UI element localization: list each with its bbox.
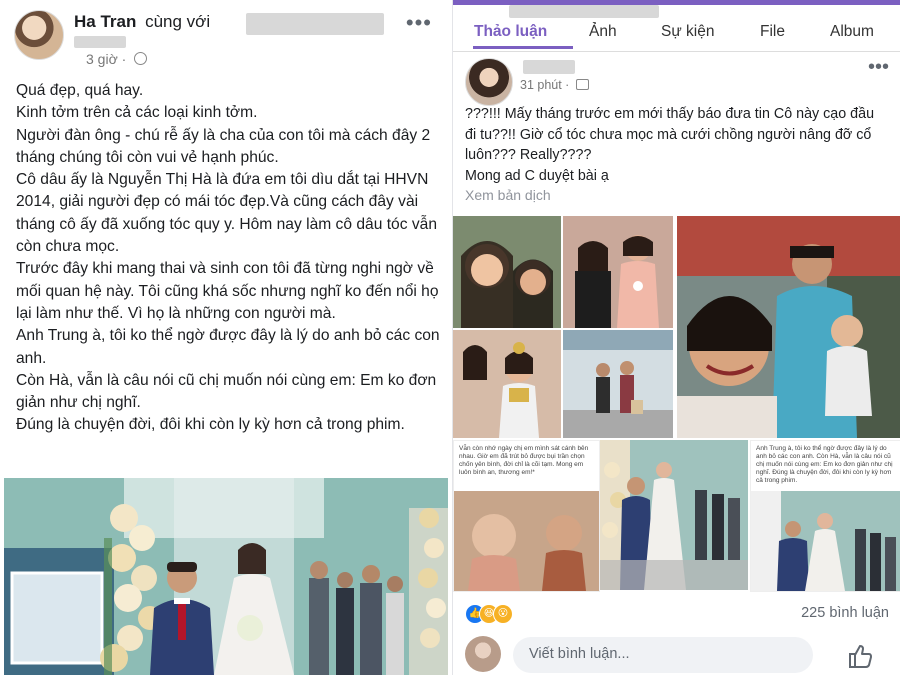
author-line: Ha Tran cùng với: [74, 12, 210, 32]
author-avatar[interactable]: [14, 10, 64, 60]
redacted-author-name: [523, 60, 575, 74]
large-selfie-illustration: [677, 216, 900, 438]
screenshot-caption: Vẫn còn nhớ ngày chị em mình sát cánh bê…: [459, 445, 589, 476]
post-paragraph: Còn Hà, vẫn là câu nói cũ chị muốn nói c…: [16, 371, 437, 412]
airport-illustration: [563, 330, 673, 438]
group-members-icon: [575, 79, 589, 90]
post-header: Ha Tran cùng với 3 giờ · •••: [14, 6, 440, 67]
collage-photo-contest[interactable]: [563, 216, 673, 328]
wedding-photo-illustration: [4, 478, 448, 675]
active-tab-indicator: [473, 46, 573, 49]
collage-screenshot-post[interactable]: Vẫn còn nhớ ngày chị em mình sát cánh bê…: [453, 440, 600, 592]
collage-photo-selfie[interactable]: [453, 216, 561, 328]
post-paragraph: ???!!! Mấy tháng trước em mới thấy báo đ…: [465, 106, 875, 163]
comment-placeholder: Viết bình luận...: [529, 646, 630, 662]
redacted-name-2: [74, 36, 126, 48]
wedding-illustration-1: [600, 440, 748, 590]
collage-photo-large-selfie[interactable]: [677, 216, 900, 438]
post-paragraph: Mong ad C duyệt bài ạ: [465, 167, 609, 184]
tab-photos[interactable]: Ảnh: [589, 23, 617, 41]
more-options-icon[interactable]: •••: [406, 10, 432, 36]
tab-files[interactable]: File: [760, 23, 785, 41]
like-thumb-icon[interactable]: [847, 643, 873, 669]
collage-screenshot-wedding[interactable]: Anh Trung à, tôi ko thể ngờ được đây là …: [750, 440, 900, 592]
redacted-name: [246, 13, 384, 35]
post-time[interactable]: 3 giờ ·: [86, 51, 148, 67]
user-avatar[interactable]: [465, 636, 501, 672]
right-group-post-panel: Thảo luận Ảnh Sự kiện File Album 31 phút…: [452, 0, 900, 675]
redacted-reactors: [509, 5, 659, 18]
selfie-illustration: [453, 216, 561, 328]
more-options-icon[interactable]: •••: [868, 56, 889, 79]
tab-album[interactable]: Album: [830, 23, 874, 41]
see-translation-link[interactable]: Xem bản dịch: [465, 187, 551, 203]
globe-icon: [134, 52, 148, 65]
author-name[interactable]: Ha Tran: [74, 12, 136, 31]
with-text: cùng với: [145, 12, 211, 31]
wedding-photo[interactable]: [4, 478, 448, 675]
tab-discussion[interactable]: Thảo luận: [474, 23, 547, 41]
tab-events[interactable]: Sự kiện: [661, 23, 714, 41]
comment-input[interactable]: Viết bình luận...: [513, 637, 813, 673]
comment-count[interactable]: 225 bình luận: [801, 605, 889, 621]
left-post-panel: Ha Tran cùng với 3 giờ · ••• Quá đẹp, qu…: [0, 0, 450, 675]
collage-photo-gown[interactable]: [453, 330, 561, 438]
contest-illustration: [563, 216, 673, 328]
post-paragraph: Cô dâu ấy là Nguyễn Thị Hà là đứa em tôi…: [16, 171, 437, 256]
wedding-illustration-2: [751, 491, 900, 591]
post-text: Quá đẹp, quá hay. Kinh tởm trên cả các l…: [16, 80, 441, 437]
author-avatar[interactable]: [465, 58, 513, 106]
collage-photo-airport[interactable]: [563, 330, 673, 438]
post-paragraph: Trước đây khi mang thai và sinh con tôi …: [16, 260, 439, 322]
post-paragraph: Đúng là chuyện đời, đôi khi còn ly kỳ hơ…: [16, 416, 405, 434]
post-paragraph: Người đàn ông - chú rễ ấy là cha của con…: [16, 126, 431, 166]
post-text: ???!!! Mấy tháng trước em mới thấy báo đ…: [465, 104, 889, 186]
collage-photo-wedding-1[interactable]: [600, 440, 748, 590]
screenshot-caption: Anh Trung à, tôi ko thể ngờ được đây là …: [756, 445, 893, 484]
post-paragraph: Quá đẹp, quá hay.: [16, 82, 144, 99]
post-paragraph: Anh Trung à, tôi ko thể ngờ được đây là …: [16, 327, 440, 367]
wow-reaction-icon: 😮: [493, 604, 513, 624]
post-paragraph: Kinh tởm trên cả các loại kinh tởm.: [16, 104, 258, 122]
nun-photo-illustration: [454, 491, 599, 591]
gown-illustration: [453, 330, 561, 438]
post-time[interactable]: 31 phút ·: [520, 78, 589, 92]
